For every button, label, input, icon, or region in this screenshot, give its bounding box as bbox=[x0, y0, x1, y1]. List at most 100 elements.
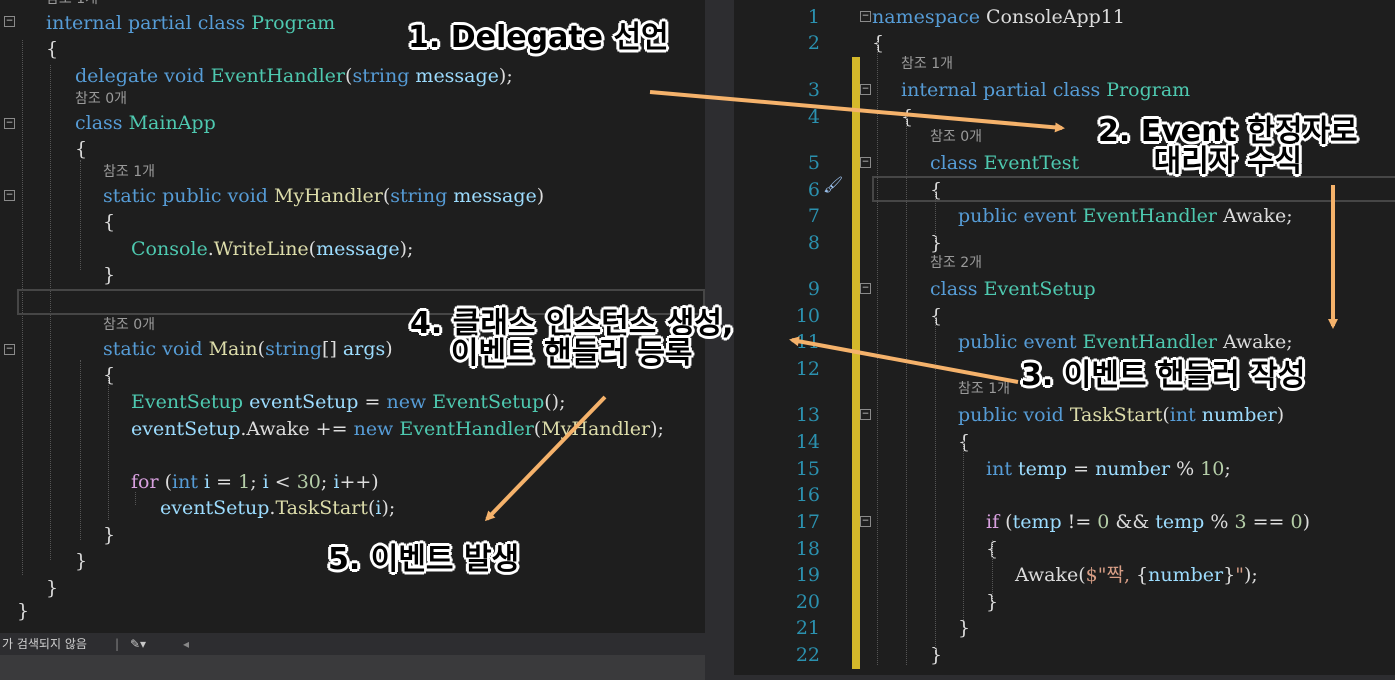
right-code-editor[interactable]: 1 namespace ConsoleApp11 2 {3 internal parti… bbox=[705, 0, 1395, 680]
code-line[interactable]: } bbox=[103, 522, 115, 548]
collapse-icon[interactable]: − bbox=[4, 16, 15, 27]
code-line[interactable]: class MainApp bbox=[75, 110, 216, 136]
code-line[interactable]: if (temp != 0 && temp % 3 == 0) bbox=[986, 509, 1310, 535]
code-line[interactable]: { bbox=[103, 209, 115, 235]
code-line[interactable]: } bbox=[930, 642, 942, 668]
code-line[interactable]: int temp = number % 10; bbox=[986, 456, 1231, 482]
code-line[interactable]: } bbox=[103, 262, 115, 288]
code-line[interactable]: delegate void EventHandler(string messag… bbox=[75, 63, 513, 89]
code-token: { bbox=[46, 38, 59, 60]
code-line[interactable]: internal partial class Program bbox=[46, 10, 335, 36]
code-line[interactable]: } bbox=[17, 598, 29, 624]
code-token: internal bbox=[46, 12, 128, 34]
collapse-icon[interactable]: − bbox=[860, 283, 871, 294]
annotation-step1: 1. Delegate 선언 bbox=[408, 20, 669, 55]
code-token: $"짝, bbox=[1085, 564, 1137, 586]
code-line[interactable]: { bbox=[103, 362, 115, 388]
code-line[interactable]: public event EventHandler Awake; bbox=[958, 203, 1293, 229]
code-token: EventSetup bbox=[432, 391, 545, 413]
editor-status-bar: 가 검색되지 않음 | ✎▾ ◂ bbox=[0, 633, 705, 655]
code-line[interactable]: { bbox=[75, 136, 87, 162]
code-line[interactable]: namespace ConsoleApp11 bbox=[872, 4, 1125, 30]
code-line[interactable]: { bbox=[46, 36, 58, 62]
code-token: { bbox=[930, 305, 943, 327]
code-token: new bbox=[386, 391, 433, 413]
code-line[interactable]: } bbox=[958, 615, 970, 641]
reference-count-hint[interactable]: 참조 0개 bbox=[103, 314, 155, 336]
code-line[interactable]: class EventSetup bbox=[930, 276, 1096, 302]
collapse-icon[interactable]: − bbox=[860, 516, 871, 527]
collapse-icon[interactable]: − bbox=[4, 190, 15, 201]
code-line[interactable]: internal partial class Program bbox=[901, 77, 1190, 103]
reference-count-hint[interactable]: 참조 0개 bbox=[930, 126, 982, 148]
code-line[interactable]: EventSetup eventSetup = new EventSetup()… bbox=[131, 389, 566, 415]
code-token: class bbox=[75, 112, 129, 134]
collapse-icon[interactable]: − bbox=[4, 118, 15, 129]
code-line[interactable]: { bbox=[872, 30, 884, 56]
code-token: { bbox=[103, 364, 116, 386]
collapse-icon[interactable]: − bbox=[860, 157, 871, 168]
code-line[interactable]: { bbox=[958, 429, 970, 455]
code-line[interactable]: Awake($"짝, {number}"); bbox=[1015, 562, 1258, 588]
code-token: 0 bbox=[1290, 511, 1303, 533]
code-token: class bbox=[930, 152, 984, 174]
line-number: 2 bbox=[807, 32, 820, 54]
code-token: 3 bbox=[1234, 511, 1247, 533]
collapse-icon[interactable]: − bbox=[860, 84, 871, 95]
code-line[interactable]: eventSetup.TaskStart(i); bbox=[160, 495, 395, 521]
code-token: Program bbox=[1106, 79, 1191, 101]
code-token: int bbox=[986, 458, 1018, 480]
code-line[interactable]: for (int i = 1; i < 30; i++) bbox=[131, 469, 379, 495]
reference-count-hint[interactable]: 참조 2개 bbox=[930, 252, 982, 274]
code-token: 1 bbox=[238, 471, 251, 493]
reference-count-hint[interactable]: 참조 1개 bbox=[901, 53, 953, 75]
code-line[interactable]: { bbox=[930, 177, 942, 203]
bottom-panel-strip bbox=[0, 655, 705, 680]
code-line[interactable]: eventSetup.Awake += new EventHandler(MyH… bbox=[131, 416, 664, 442]
collapse-icon[interactable]: − bbox=[860, 409, 871, 420]
reference-count-hint[interactable]: 참조 0개 bbox=[75, 88, 127, 110]
code-line[interactable]: static public void MyHandler(string mess… bbox=[103, 183, 544, 209]
scroll-left-icon[interactable]: ◂ bbox=[183, 633, 189, 655]
code-token: ) bbox=[1302, 511, 1311, 533]
code-token: partial bbox=[127, 12, 198, 34]
indent-guide bbox=[906, 115, 907, 665]
code-line[interactable]: public void TaskStart(int number) bbox=[958, 402, 1284, 428]
code-token: EventHandler bbox=[1082, 205, 1224, 227]
code-token: } bbox=[75, 550, 88, 572]
code-line[interactable]: Console.WriteLine(message); bbox=[131, 236, 413, 262]
code-token: public bbox=[958, 205, 1024, 227]
code-token: ); bbox=[399, 238, 414, 260]
code-token: EventHandler bbox=[399, 418, 534, 440]
code-token: { bbox=[103, 211, 116, 233]
code-line[interactable]: class EventTest bbox=[930, 150, 1079, 176]
code-token: ); bbox=[1243, 564, 1258, 586]
code-token: void bbox=[227, 185, 274, 207]
code-token: new bbox=[353, 418, 400, 440]
code-line[interactable]: { bbox=[930, 303, 942, 329]
reference-count-hint[interactable]: 참조 1개 bbox=[103, 161, 155, 183]
quick-action-icon[interactable]: 🖌 bbox=[823, 175, 843, 194]
code-line[interactable]: { bbox=[901, 104, 913, 130]
reference-count-hint[interactable]: 참조 1개 bbox=[958, 378, 1010, 400]
top-reference-hint: 참조 1개 bbox=[46, 0, 98, 10]
code-line[interactable]: static void Main(string[] args) bbox=[103, 336, 393, 362]
line-number: 16 bbox=[795, 484, 820, 506]
collapse-icon[interactable]: − bbox=[860, 11, 871, 22]
right-editor-surface[interactable]: 1 namespace ConsoleApp11 2 {3 internal parti… bbox=[734, 0, 1395, 675]
code-token: ( bbox=[1162, 404, 1170, 426]
code-token: ( bbox=[308, 238, 317, 260]
code-token: MainApp bbox=[128, 112, 216, 134]
code-line[interactable]: } bbox=[46, 575, 58, 601]
code-token: < bbox=[268, 471, 297, 493]
code-line[interactable]: } bbox=[75, 548, 87, 574]
collapse-icon[interactable]: − bbox=[4, 344, 15, 355]
code-token: { bbox=[901, 106, 914, 128]
brush-icon[interactable]: ✎▾ bbox=[130, 633, 146, 655]
line-number: 11 bbox=[795, 331, 820, 353]
code-token: number bbox=[1095, 458, 1171, 480]
code-token: Awake( bbox=[1015, 564, 1086, 586]
code-line[interactable]: public event EventHandler Awake; bbox=[958, 329, 1293, 355]
code-token: public bbox=[958, 331, 1024, 353]
code-token: EventTest bbox=[983, 152, 1080, 174]
